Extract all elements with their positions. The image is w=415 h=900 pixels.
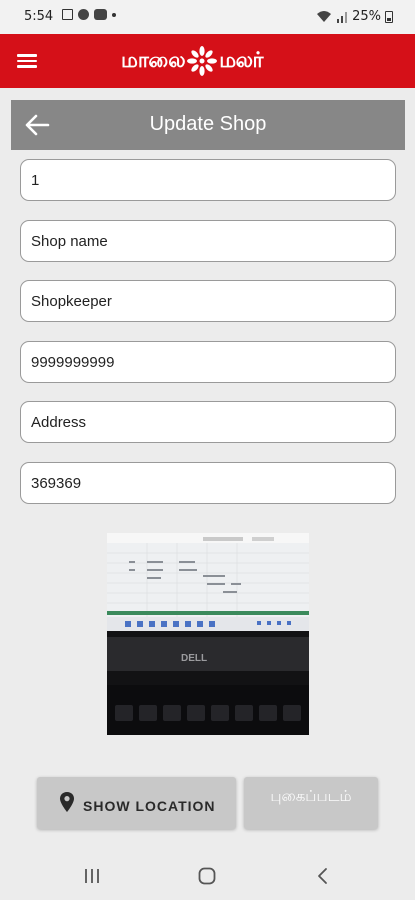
location-pin-icon <box>60 792 74 812</box>
app-bar: மாலை மலர் <box>0 34 415 88</box>
phone-field[interactable] <box>20 341 396 383</box>
signal-icon <box>337 11 348 23</box>
logo-text-right: மலர் <box>219 47 263 72</box>
status-bar: 5:54 25% <box>0 0 415 34</box>
app-logo: மாலை மலர் <box>121 44 263 78</box>
address-field[interactable] <box>20 401 396 443</box>
hamburger-menu-icon[interactable] <box>17 52 37 68</box>
status-notification-icons <box>62 9 116 20</box>
more-dot-icon <box>112 12 116 17</box>
page-title: Update Shop <box>149 113 267 135</box>
shop-photo: DELL <box>107 533 309 735</box>
page-header: Update Shop <box>11 100 405 150</box>
logo-text-left: மாலை <box>121 47 186 72</box>
battery-percent: 25% <box>352 9 381 24</box>
home-icon[interactable] <box>195 866 219 886</box>
photo-button[interactable]: புகைப்படம் <box>244 777 378 829</box>
notification-circle-icon <box>78 9 89 20</box>
show-location-button[interactable]: SHOW LOCATION <box>37 777 236 829</box>
svg-text:DELL: DELL <box>181 653 207 664</box>
shop-name-field[interactable] <box>20 220 396 262</box>
photo-button-label: புகைப்படம் <box>270 787 352 805</box>
shop-id-field[interactable] <box>20 159 396 201</box>
youtube-icon <box>94 9 107 20</box>
status-time: 5:54 <box>24 9 54 24</box>
pincode-field[interactable] <box>20 462 396 504</box>
back-chevron-icon[interactable] <box>311 866 335 886</box>
gallery-icon <box>62 9 73 20</box>
wifi-icon <box>317 11 332 22</box>
shop-photo-image: DELL <box>107 533 309 735</box>
show-location-label: SHOW LOCATION <box>83 798 216 814</box>
status-right: 25% <box>316 9 393 24</box>
system-nav-bar <box>0 852 415 900</box>
logo-flower-icon <box>187 46 218 76</box>
battery-icon <box>385 10 393 23</box>
recents-icon[interactable] <box>80 866 104 886</box>
shopkeeper-field[interactable] <box>20 280 396 322</box>
